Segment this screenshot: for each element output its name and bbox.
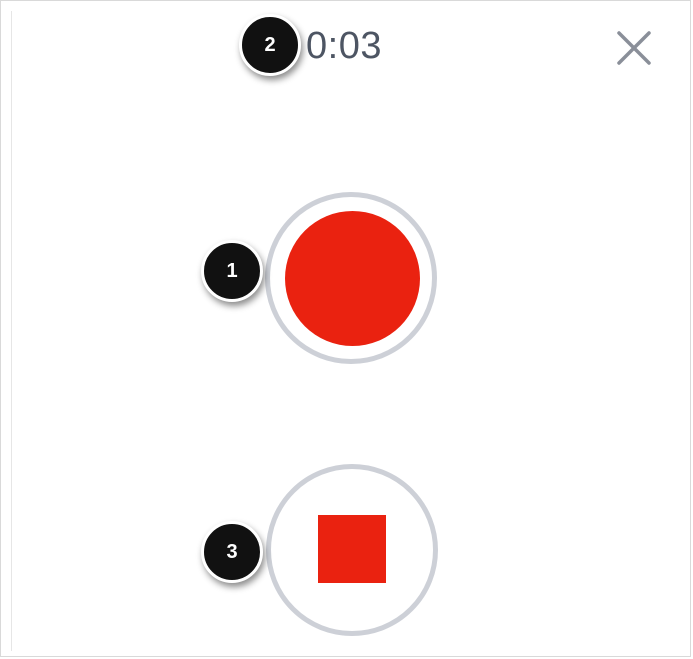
close-button[interactable]: [613, 27, 655, 69]
stop-button[interactable]: [266, 464, 438, 636]
recorder-panel: 0:03 1 2 3: [0, 0, 691, 657]
record-icon: [285, 211, 420, 346]
callout-badge-stop: 3: [201, 521, 263, 583]
callout-badge-timer: 2: [239, 14, 301, 76]
panel-divider: [11, 11, 12, 651]
stop-icon: [318, 515, 386, 583]
close-icon: [617, 31, 651, 65]
record-button[interactable]: [265, 192, 437, 364]
elapsed-time: 0:03: [306, 25, 382, 67]
callout-badge-record: 1: [201, 240, 263, 302]
